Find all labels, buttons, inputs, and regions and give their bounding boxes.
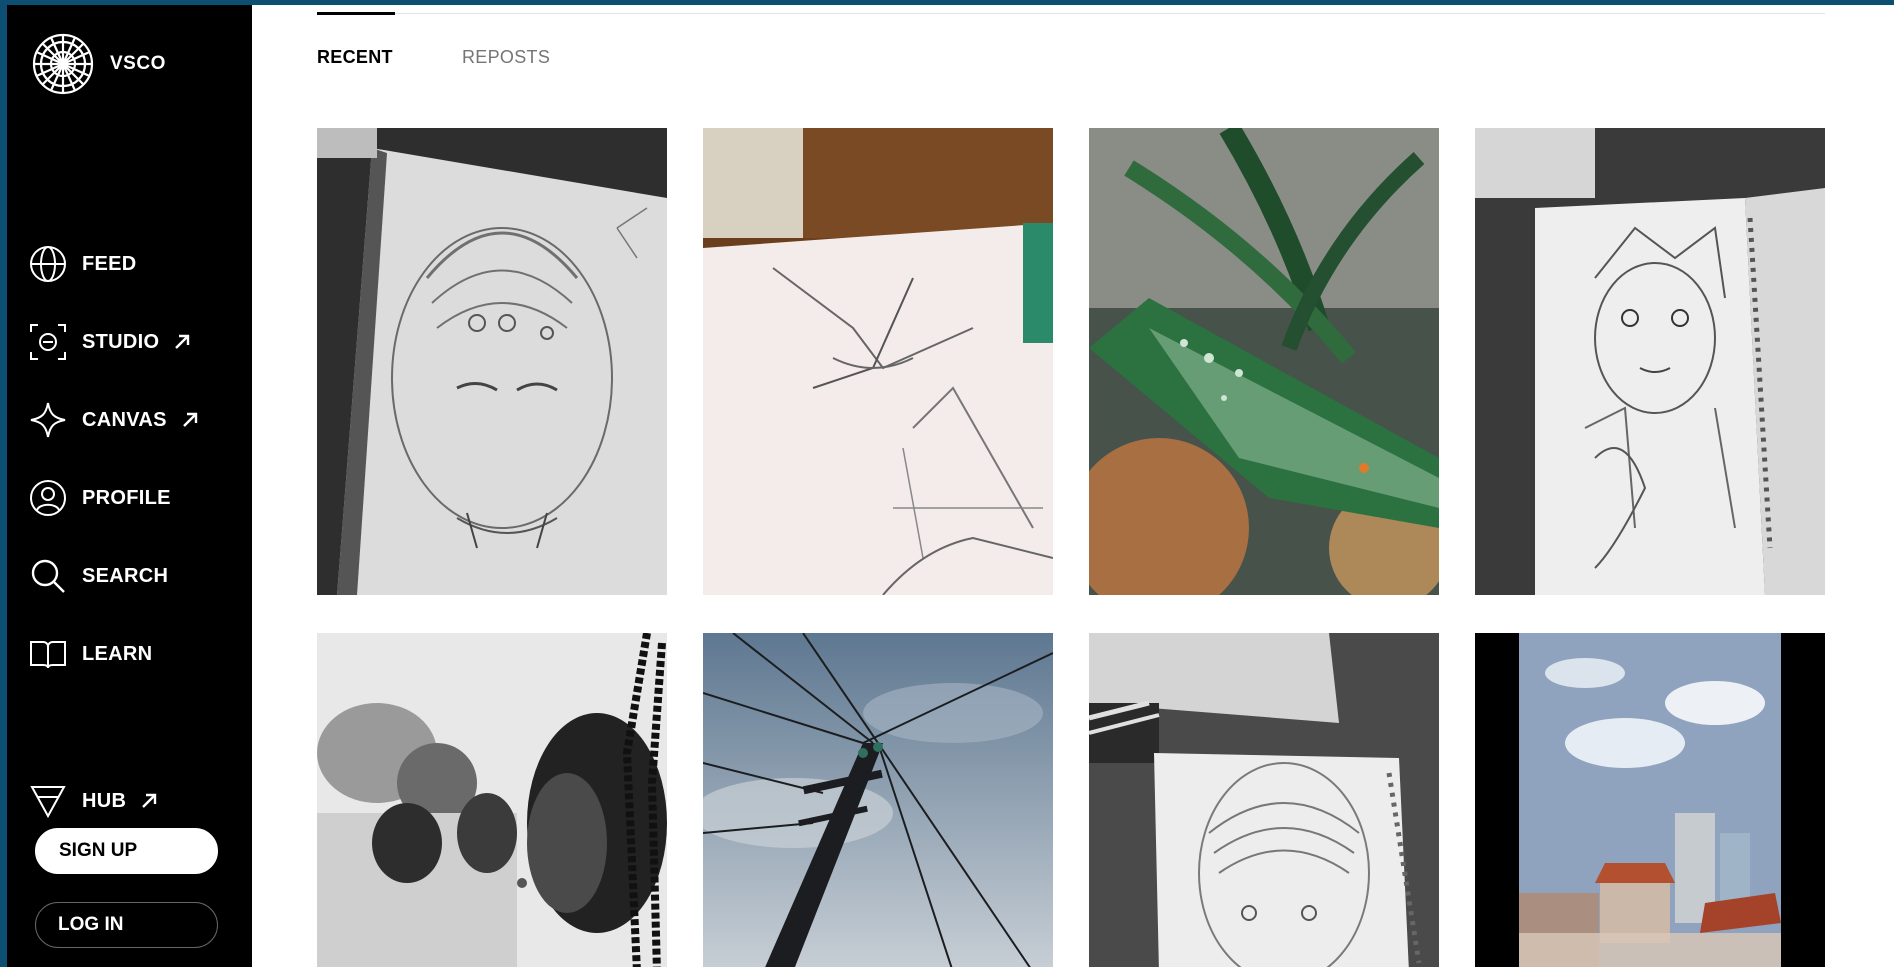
nav-item-label: HUB xyxy=(82,789,127,812)
sparkle-icon xyxy=(29,401,67,439)
nav-item-label: PROFILE xyxy=(82,486,171,509)
tab-reposts[interactable]: REPOSTS xyxy=(462,47,550,68)
nav-item-label: LEARN xyxy=(82,642,153,665)
sidebar: VSCO FEED STUDIO CANVAS PROFILE SEARCH L… xyxy=(7,5,252,967)
nav-item-canvas[interactable]: CANVAS xyxy=(29,401,199,439)
studio-frame-icon xyxy=(29,323,67,361)
profile-icon xyxy=(29,479,67,517)
photo-tile[interactable] xyxy=(1475,633,1825,967)
photo-tile[interactable] xyxy=(1089,633,1439,967)
app-window: VSCO FEED STUDIO CANVAS PROFILE SEARCH L… xyxy=(7,5,1894,967)
vsco-aperture-logo xyxy=(32,33,94,95)
photo-tile[interactable] xyxy=(1475,128,1825,595)
nav-item-hub[interactable]: HUB xyxy=(29,782,158,820)
tabs-divider xyxy=(317,13,1825,14)
photo-tile[interactable] xyxy=(703,128,1053,595)
hub-triangle-icon xyxy=(29,782,67,820)
photo-tile[interactable] xyxy=(703,633,1053,967)
nav-item-feed[interactable]: FEED xyxy=(29,245,137,283)
external-arrow-icon xyxy=(173,333,191,351)
photo-ape-sketch xyxy=(317,128,667,595)
external-arrow-icon xyxy=(140,792,158,810)
photo-city-rooftops xyxy=(1475,633,1825,967)
nav-item-learn[interactable]: LEARN xyxy=(29,635,152,673)
photo-power-pole xyxy=(703,633,1053,967)
search-icon xyxy=(29,557,67,595)
login-button[interactable]: LOG IN xyxy=(35,902,218,948)
active-tab-indicator xyxy=(317,12,395,15)
nav-item-label: SEARCH xyxy=(82,564,169,587)
photo-notebook-sketch xyxy=(1089,633,1439,967)
brand-logo[interactable]: VSCO xyxy=(32,33,166,95)
photo-tile[interactable] xyxy=(317,128,667,595)
external-arrow-icon xyxy=(181,411,199,429)
nav-item-label: FEED xyxy=(82,252,137,275)
nav-item-search[interactable]: SEARCH xyxy=(29,557,168,595)
photo-tile[interactable] xyxy=(317,633,667,967)
nav-item-profile[interactable]: PROFILE xyxy=(29,479,171,517)
nav-item-label: STUDIO xyxy=(82,330,160,353)
nav-item-label: CANVAS xyxy=(82,408,167,431)
tab-recent[interactable]: RECENT xyxy=(317,47,393,68)
photo-green-leaf xyxy=(1089,128,1439,595)
nav-item-studio[interactable]: STUDIO xyxy=(29,323,191,361)
globe-icon xyxy=(29,245,67,283)
signup-button[interactable]: SIGN UP xyxy=(35,828,218,874)
photo-anime-sketch xyxy=(1475,128,1825,595)
photo-tile[interactable] xyxy=(1089,128,1439,595)
book-icon xyxy=(29,635,67,673)
brand-name: VSCO xyxy=(110,53,166,74)
photo-crowd-portrait xyxy=(317,633,667,967)
photo-bird-sketch xyxy=(703,128,1053,595)
